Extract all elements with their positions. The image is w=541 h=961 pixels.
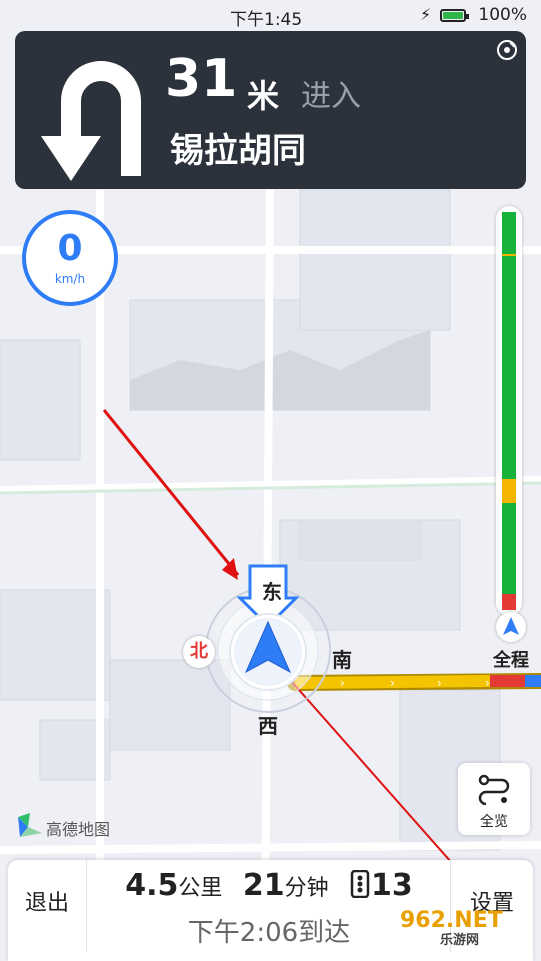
traffic-segment-smooth — [502, 255, 516, 479]
traffic-segment-slow — [502, 253, 516, 256]
turn-guidance-panel: 31 米 进入 锡拉胡同 — [15, 31, 526, 189]
charging-icon: ⚡ — [420, 5, 432, 24]
watermark: 962.NET 乐游网 — [400, 908, 503, 948]
trip-eta: 下午2:06到达 — [187, 918, 351, 948]
route-overview-icon — [478, 774, 510, 805]
amap-logo-text: 高德地图 — [46, 820, 111, 839]
u-turn-left-icon — [41, 61, 141, 181]
guidance-unit: 米 — [247, 77, 280, 115]
trip-stats: 4.5公里 21分钟 13 — [88, 868, 450, 903]
traffic-segment-slow — [502, 478, 516, 503]
battery-icon — [440, 9, 469, 22]
status-bar: 下午1:45 ⚡ 100% — [0, 4, 541, 30]
gps-signal-icon — [497, 40, 517, 60]
position-arrow-icon — [496, 612, 526, 642]
amap-logo: 高德地图 — [16, 813, 110, 841]
compass-east-label: 东 — [262, 580, 282, 604]
overview-label: 全览 — [480, 814, 508, 830]
svg-text:›: › — [485, 676, 490, 690]
svg-text:›: › — [437, 676, 442, 690]
guidance-distance: 31 — [165, 49, 238, 109]
svg-text:›: › — [390, 676, 395, 690]
trip-distance-unit: 公里 — [178, 876, 223, 901]
trip-time-unit: 分钟 — [284, 876, 329, 901]
speed-value: 0 — [57, 228, 83, 269]
trip-distance-value: 4.5 — [125, 868, 179, 903]
svg-text:›: › — [340, 676, 345, 690]
trip-time-value: 21 — [242, 868, 285, 903]
traffic-segment-smooth — [502, 502, 516, 595]
traffic-light-count: 13 — [371, 868, 413, 903]
traffic-segment-congested — [502, 594, 516, 610]
exit-button[interactable]: 退出 — [8, 860, 87, 952]
traffic-segment-smooth — [502, 212, 516, 254]
route-traffic-bar — [496, 206, 522, 616]
speed-unit: km/h — [54, 272, 86, 286]
status-time: 下午1:45 — [230, 10, 303, 30]
guidance-action: 进入 — [301, 79, 361, 114]
full-route-label: 全程 — [493, 650, 529, 671]
guidance-road-name: 锡拉胡同 — [170, 131, 306, 171]
full-route-button[interactable]: 全程 — [486, 612, 536, 672]
compass-north-label[interactable]: 北 — [183, 636, 215, 668]
overview-button[interactable]: 全览 — [458, 763, 530, 835]
speedometer: 0 km/h — [22, 210, 118, 306]
battery-percent: 100% — [478, 5, 527, 25]
amap-logo-icon — [18, 813, 42, 837]
traffic-light-icon — [350, 869, 370, 899]
compass-south-label: 南 — [332, 648, 352, 672]
compass-west-label: 西 — [258, 714, 278, 738]
